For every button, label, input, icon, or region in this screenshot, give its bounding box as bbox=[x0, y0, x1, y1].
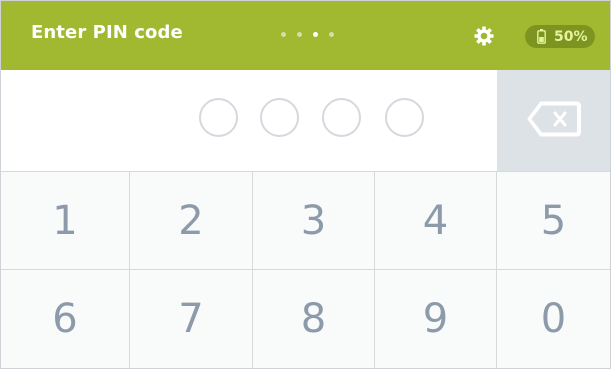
battery-level: 50% bbox=[554, 28, 588, 45]
page-title: Enter PIN code bbox=[31, 22, 183, 43]
key-7[interactable]: 7 bbox=[130, 270, 253, 368]
header-bar: Enter PIN code 50% bbox=[1, 1, 610, 70]
key-3[interactable]: 3 bbox=[253, 172, 375, 270]
backspace-icon bbox=[527, 101, 581, 137]
page-dot bbox=[329, 32, 334, 37]
key-2[interactable]: 2 bbox=[130, 172, 253, 270]
backspace-button[interactable] bbox=[497, 70, 610, 171]
key-1[interactable]: 1 bbox=[1, 172, 130, 270]
key-9[interactable]: 9 bbox=[375, 270, 497, 368]
key-5[interactable]: 5 bbox=[497, 172, 610, 270]
pin-dot bbox=[385, 98, 424, 137]
key-8[interactable]: 8 bbox=[253, 270, 375, 368]
pin-dot bbox=[260, 98, 299, 137]
page-dot bbox=[281, 32, 286, 37]
pin-entry-screen: Enter PIN code 50% 1 2 3 4 5 6 7 8 9 0 bbox=[0, 0, 611, 369]
pin-dot bbox=[199, 98, 238, 137]
battery-icon bbox=[537, 29, 546, 44]
keypad: 1 2 3 4 5 6 7 8 9 0 bbox=[1, 172, 610, 368]
gear-icon[interactable] bbox=[474, 26, 494, 46]
battery-status: 50% bbox=[525, 25, 595, 48]
pin-display bbox=[1, 70, 610, 172]
page-dot-active bbox=[313, 32, 318, 37]
page-dot bbox=[297, 32, 302, 37]
pin-dot bbox=[322, 98, 361, 137]
key-6[interactable]: 6 bbox=[1, 270, 130, 368]
page-indicator bbox=[281, 32, 334, 37]
key-0[interactable]: 0 bbox=[497, 270, 610, 368]
key-4[interactable]: 4 bbox=[375, 172, 497, 270]
